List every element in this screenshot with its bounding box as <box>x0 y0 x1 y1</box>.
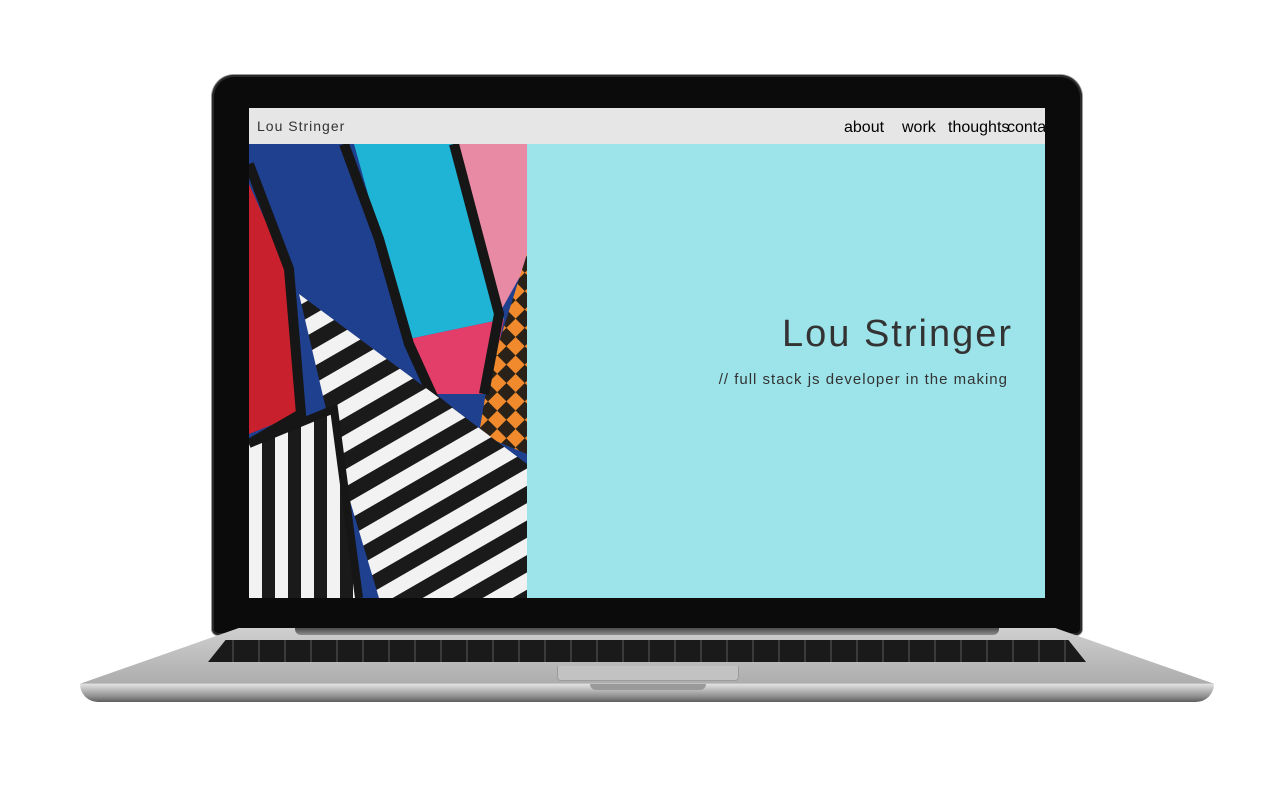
laptop-hinge <box>295 628 999 635</box>
hero-title: Lou Stringer <box>781 313 1013 355</box>
nav-link-contact[interactable]: contact <box>1007 119 1045 137</box>
mural-graphic <box>249 144 527 598</box>
site-navbar: Lou Stringer about work thoughts contact <box>249 108 1045 144</box>
nav-link-thoughts[interactable]: thoughts <box>948 119 1009 137</box>
hero-subtitle: // full stack js developer in the making <box>718 371 1008 388</box>
site-brand[interactable]: Lou Stringer <box>257 118 345 134</box>
laptop-screen: Lou Stringer about work thoughts contact <box>249 108 1045 598</box>
nav-link-about[interactable]: about <box>844 119 884 137</box>
nav-link-work[interactable]: work <box>902 119 936 137</box>
laptop-opening-notch <box>590 684 706 690</box>
laptop-keyboard <box>208 640 1086 662</box>
laptop-base <box>80 628 1214 704</box>
hero-mural-image <box>249 144 527 598</box>
laptop-trackpad <box>557 666 739 681</box>
